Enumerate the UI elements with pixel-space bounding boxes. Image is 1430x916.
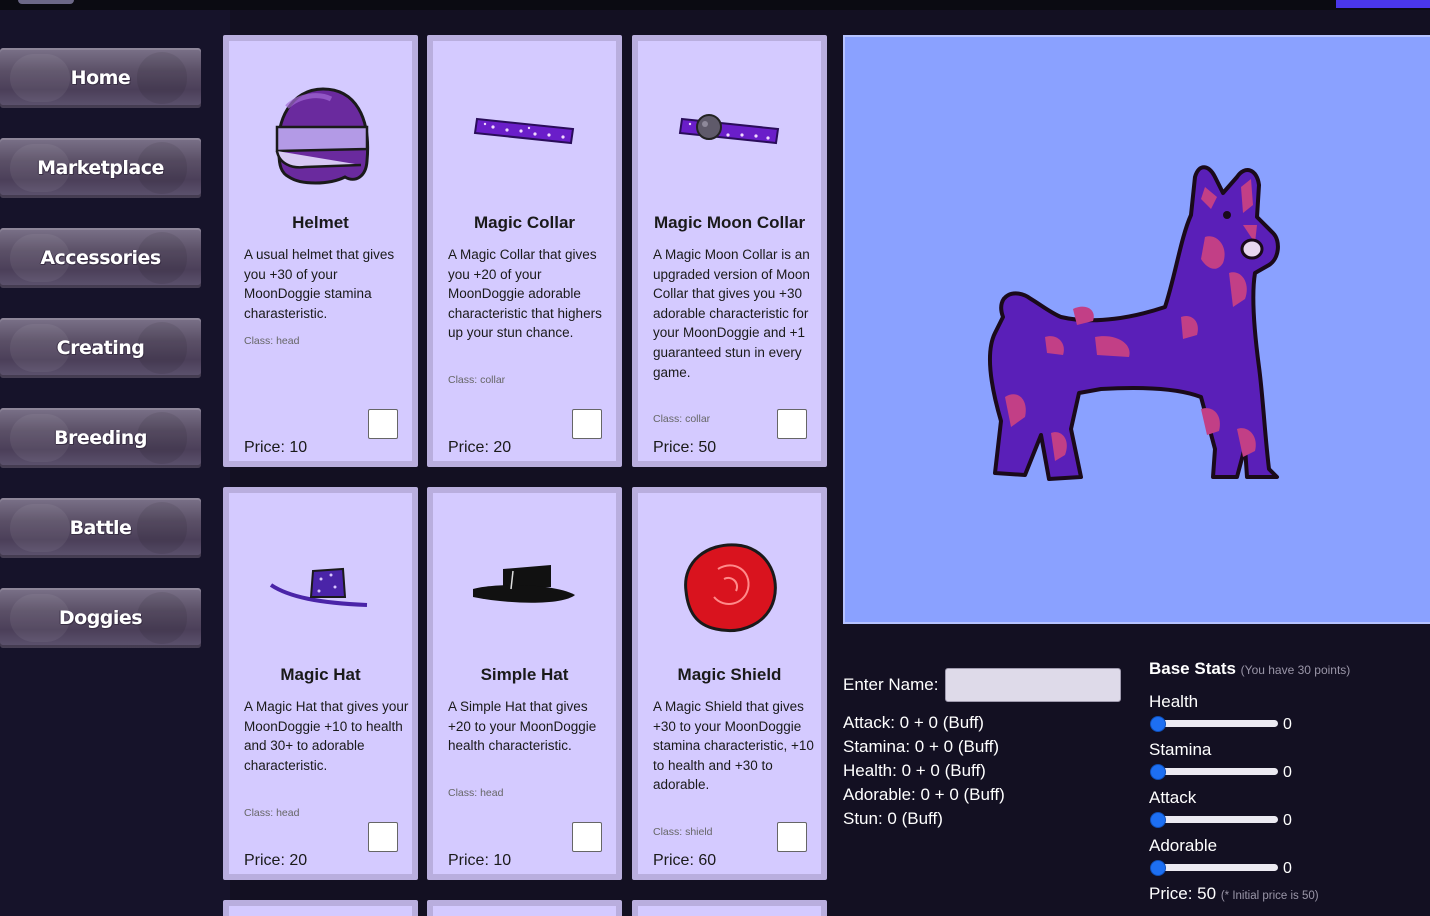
base-stats-note: (You have 30 points) <box>1240 663 1351 677</box>
nav-creating-button[interactable]: Creating <box>0 318 201 378</box>
nav-accessories-button[interactable]: Accessories <box>0 228 201 288</box>
creation-price: Price: 50 (* Initial price is 50) <box>1149 884 1319 904</box>
adorable-slider[interactable] <box>1152 864 1278 871</box>
card-class: Class: collar <box>448 374 506 386</box>
card-price: Price: 20 <box>448 439 512 456</box>
nav-doggies-button[interactable]: Doggies <box>0 588 201 648</box>
card-price: Price: 60 <box>653 852 717 869</box>
card-description: A Magic Moon Collar is an upgraded versi… <box>653 247 810 380</box>
accessory-card-simple-hat[interactable]: Simple Hat A Simple Hat that gives +20 t… <box>427 487 622 880</box>
health-slider-thumb[interactable] <box>1150 716 1166 732</box>
stat-health: Health: 0 + 0 (Buff) <box>843 761 986 780</box>
nav-home-button[interactable]: Home <box>0 48 201 108</box>
accessory-card[interactable] <box>427 900 622 916</box>
accessory-card[interactable] <box>632 900 827 916</box>
card-class: Class: collar <box>653 413 711 425</box>
stat-stamina: Stamina: 0 + 0 (Buff) <box>843 737 1000 756</box>
slider-label-health: Health <box>1149 692 1199 711</box>
select-checkbox[interactable] <box>777 822 807 852</box>
accessory-card-magic-hat[interactable]: Magic Hat A Magic Hat that gives your Mo… <box>223 487 418 880</box>
wallet-button[interactable] <box>1336 0 1430 8</box>
adorable-slider-thumb[interactable] <box>1150 860 1166 876</box>
simple-hat-icon <box>433 561 616 611</box>
attack-slider[interactable] <box>1152 816 1278 823</box>
card-title: Simple Hat <box>480 665 569 684</box>
card-title: Magic Collar <box>473 213 576 232</box>
health-slider[interactable] <box>1152 720 1278 727</box>
card-title: Magic Moon Collar <box>653 213 806 232</box>
card-class: Class: head <box>244 335 300 347</box>
nav-label: Accessories <box>40 247 161 269</box>
sidebar-nav: Home Marketplace Accessories Creating Br… <box>0 10 230 916</box>
accessory-card[interactable] <box>223 900 418 916</box>
name-input[interactable] <box>945 668 1121 702</box>
nav-label: Home <box>70 67 131 89</box>
nav-battle-button[interactable]: Battle <box>0 498 201 558</box>
card-description: A Magic Collar that gives you +20 of you… <box>448 247 602 341</box>
card-price: Price: 10 <box>244 439 308 456</box>
stamina-slider-thumb[interactable] <box>1150 764 1166 780</box>
magic-hat-icon <box>229 561 412 611</box>
base-stats-heading: Base Stats <box>1149 659 1236 678</box>
stat-adorable: Adorable: 0 + 0 (Buff) <box>843 785 1005 804</box>
attack-slider-thumb[interactable] <box>1150 812 1166 828</box>
accessory-card-magic-moon-collar[interactable]: Magic Moon Collar A Magic Moon Collar is… <box>632 35 827 467</box>
card-class: Class: head <box>244 807 300 819</box>
helmet-icon <box>229 81 412 185</box>
card-price: Price: 20 <box>244 852 308 869</box>
collar-icon <box>433 109 616 149</box>
nav-label: Battle <box>69 517 132 539</box>
slider-value: 0 <box>1283 860 1292 877</box>
select-checkbox[interactable] <box>572 822 602 852</box>
slider-label-attack: Attack <box>1149 788 1197 807</box>
card-description: A Simple Hat that gives +20 to your Moon… <box>448 699 597 754</box>
moon-collar-icon <box>638 109 821 149</box>
accessory-card-helmet[interactable]: Helmet A usual helmet that gives you +30… <box>223 35 418 467</box>
card-price: Price: 10 <box>448 852 512 869</box>
slider-value: 0 <box>1283 716 1292 733</box>
select-checkbox[interactable] <box>368 822 398 852</box>
card-description: A Magic Shield that gives +30 to your Mo… <box>653 699 814 793</box>
slider-value: 0 <box>1283 812 1292 829</box>
card-title: Helmet <box>292 213 349 232</box>
card-class: Class: shield <box>653 826 713 838</box>
nav-breeding-button[interactable]: Breeding <box>0 408 201 468</box>
base-stats-title: Base Stats (You have 30 points) <box>1149 659 1350 679</box>
shield-icon <box>638 539 821 635</box>
price-note: (* Initial price is 50) <box>1220 890 1319 902</box>
select-checkbox[interactable] <box>368 409 398 439</box>
stamina-slider[interactable] <box>1152 768 1278 775</box>
top-bar <box>0 0 1430 10</box>
accessory-card-magic-shield[interactable]: Magic Shield A Magic Shield that gives +… <box>632 487 827 880</box>
nav-label: Marketplace <box>37 157 164 179</box>
price-text: Price: 50 <box>1149 884 1217 903</box>
card-description: A Magic Hat that gives your MoonDoggie +… <box>244 699 409 773</box>
slider-value: 0 <box>1283 764 1292 781</box>
nav-label: Breeding <box>54 427 147 449</box>
card-title: Magic Shield <box>677 665 782 684</box>
nav-label: Creating <box>56 337 145 359</box>
card-price: Price: 50 <box>653 439 717 456</box>
card-description: A usual helmet that gives you +30 of you… <box>244 247 395 321</box>
slider-label-adorable: Adorable <box>1149 836 1218 855</box>
slider-label-stamina: Stamina <box>1149 740 1212 759</box>
stat-stun: Stun: 0 (Buff) <box>843 809 943 828</box>
nav-label: Doggies <box>58 607 143 629</box>
stat-attack: Attack: 0 + 0 (Buff) <box>843 713 984 732</box>
doggie-icon <box>987 165 1280 481</box>
doggie-preview <box>843 35 1430 624</box>
nav-marketplace-button[interactable]: Marketplace <box>0 138 201 198</box>
select-checkbox[interactable] <box>777 409 807 439</box>
card-class: Class: head <box>448 787 504 799</box>
logo[interactable] <box>18 0 74 4</box>
accessory-card-magic-collar[interactable]: Magic Collar A Magic Collar that gives y… <box>427 35 622 467</box>
card-title: Magic Hat <box>280 665 361 684</box>
select-checkbox[interactable] <box>572 409 602 439</box>
name-label: Enter Name: <box>843 675 939 694</box>
